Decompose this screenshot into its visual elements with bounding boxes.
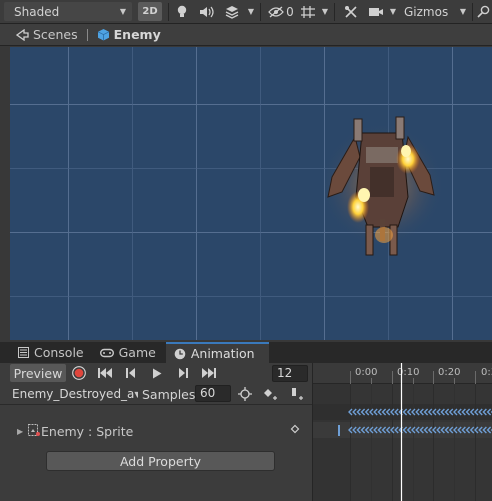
- play-icon: [153, 368, 162, 378]
- eye-slash-icon: [268, 6, 285, 17]
- add-property-button[interactable]: Add Property: [46, 451, 275, 471]
- grid-dropdown[interactable]: ▼: [298, 2, 330, 21]
- prefab-cube-icon: [97, 29, 109, 41]
- breadcrumb-object-label: Enemy: [113, 27, 161, 42]
- clip-name: Enemy_Destroyed_a: [12, 387, 135, 401]
- keyframe-diamond-icon[interactable]: [290, 424, 300, 434]
- tab-console-label: Console: [34, 345, 84, 360]
- lightbulb-icon: [177, 5, 187, 17]
- filter-by-selection-button[interactable]: [234, 385, 256, 403]
- breadcrumb: Scenes Enemy: [0, 24, 492, 46]
- toolbar-divider: [334, 3, 335, 21]
- 2d-mode-toggle[interactable]: 2D: [138, 2, 162, 21]
- chevron-down-icon: ▼: [321, 7, 328, 16]
- search-icon: [476, 5, 489, 18]
- last-keyframe-button[interactable]: [198, 364, 220, 382]
- grid-icon: [301, 5, 315, 18]
- hidden-count: 0: [286, 4, 294, 19]
- add-event-button[interactable]: [286, 385, 308, 403]
- toolbar-divider: [260, 3, 261, 21]
- current-frame-field[interactable]: 12: [272, 365, 308, 382]
- step-back-icon: [126, 368, 135, 378]
- row-selection-marker: [338, 425, 340, 436]
- record-icon: [72, 366, 86, 380]
- preview-button[interactable]: Preview: [10, 364, 66, 382]
- target-icon: [238, 387, 252, 401]
- clip-row: Enemy_Destroyed_a ▼ Samples 60: [0, 384, 312, 404]
- skip-to-end-icon: [202, 368, 216, 378]
- toolbar-divider: [472, 3, 473, 21]
- chevron-down-icon: ▼: [459, 7, 466, 16]
- shading-mode-label: Shaded: [14, 4, 60, 19]
- tab-game[interactable]: Game: [94, 342, 166, 363]
- chevron-down-icon: ▼: [389, 7, 396, 16]
- bottom-panel-tabs: Console Game Animation: [0, 342, 492, 363]
- property-label: Enemy : Sprite: [41, 423, 134, 439]
- effects-dropdown[interactable]: ▼: [222, 2, 256, 21]
- property-row[interactable]: ▶ Enemy : Sprite: [0, 421, 312, 441]
- add-keyframe-button[interactable]: [260, 385, 282, 403]
- chevron-down-icon: ▼: [134, 389, 138, 399]
- add-keyframe-icon: [264, 389, 277, 400]
- record-button[interactable]: [68, 364, 90, 382]
- tab-animation[interactable]: Animation: [165, 342, 269, 363]
- speaker-icon: [200, 6, 214, 17]
- gamepad-icon: [99, 348, 114, 357]
- sprite-renderer-icon: [28, 424, 40, 436]
- dopesheet[interactable]: 0:00 0:10 0:20 0:3: [312, 363, 492, 501]
- breadcrumb-scenes[interactable]: Scenes: [16, 27, 78, 42]
- tab-game-label: Game: [118, 345, 156, 360]
- clock-icon: [174, 348, 186, 359]
- scene-visibility-toggle[interactable]: 0: [266, 2, 296, 21]
- first-keyframe-button[interactable]: [94, 364, 116, 382]
- dopesheet-grid: [313, 363, 492, 501]
- shading-mode-dropdown[interactable]: Shaded ▼: [4, 2, 132, 21]
- properties-panel: ▶ Enemy : Sprite Add Property: [0, 404, 312, 501]
- tab-animation-label: Animation: [190, 346, 255, 361]
- search-toggle[interactable]: [476, 2, 490, 21]
- breadcrumb-divider: [86, 28, 88, 41]
- next-keyframe-button[interactable]: [172, 364, 194, 382]
- back-arrow-icon: [16, 28, 29, 41]
- gizmos-label: Gizmos: [404, 4, 449, 19]
- lighting-toggle[interactable]: [172, 2, 192, 21]
- camera-dropdown[interactable]: ▼: [366, 2, 398, 21]
- skip-to-start-icon: [98, 368, 112, 378]
- tools-toggle[interactable]: [340, 2, 362, 21]
- samples-label: Samples: [142, 386, 196, 402]
- add-event-icon: [292, 388, 303, 400]
- chevron-down-icon: ▼: [247, 7, 254, 16]
- scene-toolbar: Shaded ▼ 2D ▼ 0 ▼ ▼ Gizmos ▼: [0, 0, 492, 24]
- scene-grid: [10, 47, 492, 340]
- scene-viewport[interactable]: [10, 47, 492, 340]
- animation-controls: Preview 12: [0, 363, 312, 384]
- previous-keyframe-button[interactable]: [120, 364, 142, 382]
- chevron-down-icon: ▼: [119, 7, 126, 16]
- breadcrumb-scenes-label: Scenes: [33, 27, 78, 42]
- step-forward-icon: [179, 368, 188, 378]
- audio-toggle[interactable]: [196, 2, 218, 21]
- samples-field[interactable]: 60: [195, 385, 231, 402]
- tools-icon: [345, 5, 357, 18]
- tab-console[interactable]: Console: [0, 342, 94, 363]
- toolbar-divider: [168, 3, 169, 21]
- clip-dropdown[interactable]: Enemy_Destroyed_a ▼: [12, 385, 138, 403]
- gizmos-dropdown[interactable]: Gizmos ▼: [400, 2, 470, 21]
- expand-arrow-icon[interactable]: ▶: [17, 427, 23, 436]
- breadcrumb-enemy[interactable]: Enemy: [97, 27, 161, 42]
- camera-icon: [369, 7, 383, 16]
- console-icon: [18, 347, 29, 358]
- effects-icon: [225, 5, 239, 19]
- play-button[interactable]: [146, 364, 168, 382]
